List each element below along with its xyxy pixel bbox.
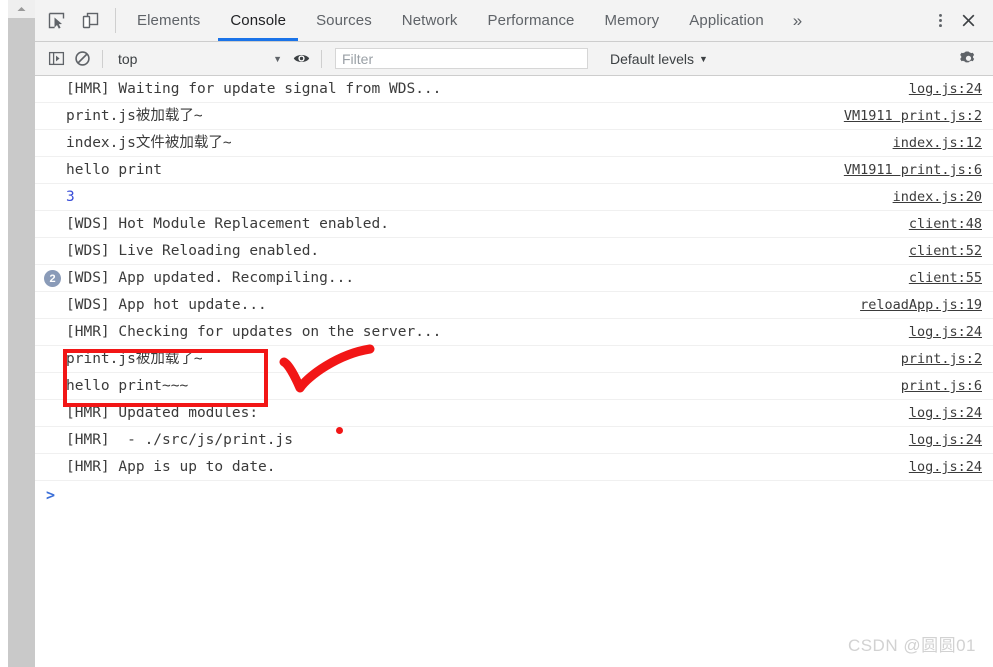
filterbar-right-controls: [955, 46, 993, 72]
console-message-text: [WDS] Hot Module Replacement enabled.: [66, 215, 390, 232]
console-source-link[interactable]: client:55: [909, 270, 982, 286]
console-row[interactable]: 2 [WDS] App updated. Recompiling... clie…: [35, 265, 993, 292]
tab-console[interactable]: Console: [215, 0, 301, 41]
chevron-down-icon: ▼: [699, 53, 708, 64]
red-dot-annotation: [336, 427, 343, 434]
console-source-link[interactable]: VM1911 print.js:6: [844, 162, 982, 178]
devtools-tabbar: Elements Console Sources Network Perform…: [35, 0, 993, 42]
tab-performance[interactable]: Performance: [473, 0, 590, 41]
console-row[interactable]: [HMR] Updated modules: log.js:24: [35, 400, 993, 427]
console-message-list[interactable]: [HMR] Waiting for update signal from WDS…: [35, 76, 993, 667]
console-row[interactable]: [WDS] Live Reloading enabled. client:52: [35, 238, 993, 265]
console-message-text: print.js被加载了~: [66, 350, 203, 367]
console-source-link[interactable]: client:48: [909, 216, 982, 232]
repeat-count-badge: 2: [44, 270, 61, 287]
live-expression-eye-icon[interactable]: [288, 46, 314, 72]
log-levels-label: Default levels: [610, 50, 695, 67]
close-devtools-icon[interactable]: [955, 8, 981, 34]
console-row[interactable]: hello print VM1911 print.js:6: [35, 157, 993, 184]
console-message-text: [WDS] App hot update...: [66, 296, 267, 313]
console-source-link[interactable]: log.js:24: [909, 405, 982, 421]
more-options-kebab-icon[interactable]: [927, 8, 953, 34]
execution-context-select[interactable]: top ▼: [110, 51, 288, 67]
filterbar-divider-1: [102, 49, 103, 68]
prompt-caret-icon: >: [46, 485, 56, 504]
console-message-text: [HMR] App is up to date.: [66, 458, 276, 475]
console-settings-gear-icon[interactable]: [955, 46, 981, 72]
tab-sources[interactable]: Sources: [301, 0, 387, 41]
inspect-element-icon[interactable]: [43, 8, 69, 34]
console-row[interactable]: 3 index.js:20: [35, 184, 993, 211]
console-filter-toolbar: top ▼ Filter Default levels ▼: [35, 42, 993, 76]
tabbar-right-controls: [904, 0, 993, 41]
tabbar-divider: [115, 8, 116, 33]
console-message-text: [HMR] Waiting for update signal from WDS…: [66, 80, 442, 97]
console-source-link[interactable]: reloadApp.js:19: [860, 297, 982, 313]
devtools-tabs: Elements Console Sources Network Perform…: [122, 0, 816, 41]
console-row[interactable]: print.js被加载了~ print.js:2: [35, 346, 993, 373]
devtools-panel: Elements Console Sources Network Perform…: [35, 0, 993, 667]
device-toolbar-icon[interactable]: [77, 8, 103, 34]
console-source-link[interactable]: client:52: [909, 243, 982, 259]
console-source-link[interactable]: print.js:2: [901, 351, 982, 367]
console-row[interactable]: hello print~~~ print.js:6: [35, 373, 993, 400]
console-message-text: hello print: [66, 161, 163, 178]
tab-memory[interactable]: Memory: [590, 0, 675, 41]
console-row[interactable]: index.js文件被加载了~ index.js:12: [35, 130, 993, 157]
console-source-link[interactable]: log.js:24: [909, 81, 982, 97]
page-scrollbar[interactable]: [8, 0, 35, 667]
console-source-link[interactable]: print.js:6: [901, 378, 982, 394]
console-source-link[interactable]: log.js:24: [909, 459, 982, 475]
console-row[interactable]: [HMR] App is up to date. log.js:24: [35, 454, 993, 481]
console-row[interactable]: [WDS] Hot Module Replacement enabled. cl…: [35, 211, 993, 238]
console-message-text: 3: [66, 188, 75, 205]
console-row[interactable]: [HMR] Checking for updates on the server…: [35, 319, 993, 346]
execution-context-value: top: [118, 50, 138, 67]
tabbar-left-icons: [35, 0, 109, 41]
console-row[interactable]: print.js被加载了~ VM1911 print.js:2: [35, 103, 993, 130]
tab-elements[interactable]: Elements: [122, 0, 215, 41]
console-source-link[interactable]: index.js:20: [893, 189, 982, 205]
console-source-link[interactable]: log.js:24: [909, 324, 982, 340]
csdn-watermark: CSDN @圆圆01: [847, 636, 976, 655]
console-message-text: [WDS] App updated. Recompiling...: [66, 269, 355, 286]
console-message-text: print.js被加载了~: [66, 107, 203, 124]
console-message-text: [WDS] Live Reloading enabled.: [66, 242, 320, 259]
filterbar-divider-2: [321, 49, 322, 68]
tab-application[interactable]: Application: [674, 0, 778, 41]
console-row[interactable]: [HMR] Waiting for update signal from WDS…: [35, 76, 993, 103]
chevron-down-icon: ▼: [273, 53, 282, 64]
tab-network[interactable]: Network: [387, 0, 473, 41]
page-scrollbar-track[interactable]: [8, 0, 35, 667]
console-filter-input[interactable]: Filter: [335, 48, 588, 69]
tabs-overflow-icon[interactable]: »: [779, 0, 816, 41]
console-prompt[interactable]: >: [35, 481, 993, 508]
console-row[interactable]: [WDS] App hot update... reloadApp.js:19: [35, 292, 993, 319]
console-source-link[interactable]: VM1911 print.js:2: [844, 108, 982, 124]
filter-placeholder-text: Filter: [342, 50, 374, 67]
clear-console-icon[interactable]: [69, 46, 95, 72]
console-message-text: [HMR] Checking for updates on the server…: [66, 323, 442, 340]
console-message-text: [HMR] - ./src/js/print.js: [66, 431, 293, 448]
console-message-text: [HMR] Updated modules:: [66, 404, 259, 421]
console-sidebar-icon[interactable]: [43, 46, 69, 72]
console-source-link[interactable]: log.js:24: [909, 432, 982, 448]
devtools-screenshot: Elements Console Sources Network Perform…: [0, 0, 993, 667]
log-levels-dropdown[interactable]: Default levels ▼: [610, 51, 708, 67]
scroll-up-arrow-icon[interactable]: [8, 0, 35, 18]
console-row[interactable]: [HMR] - ./src/js/print.js log.js:24: [35, 427, 993, 454]
console-message-text: index.js文件被加载了~: [66, 134, 232, 151]
page-left-margin: [0, 0, 8, 667]
console-source-link[interactable]: index.js:12: [893, 135, 982, 151]
console-message-text: hello print~~~: [66, 377, 189, 394]
